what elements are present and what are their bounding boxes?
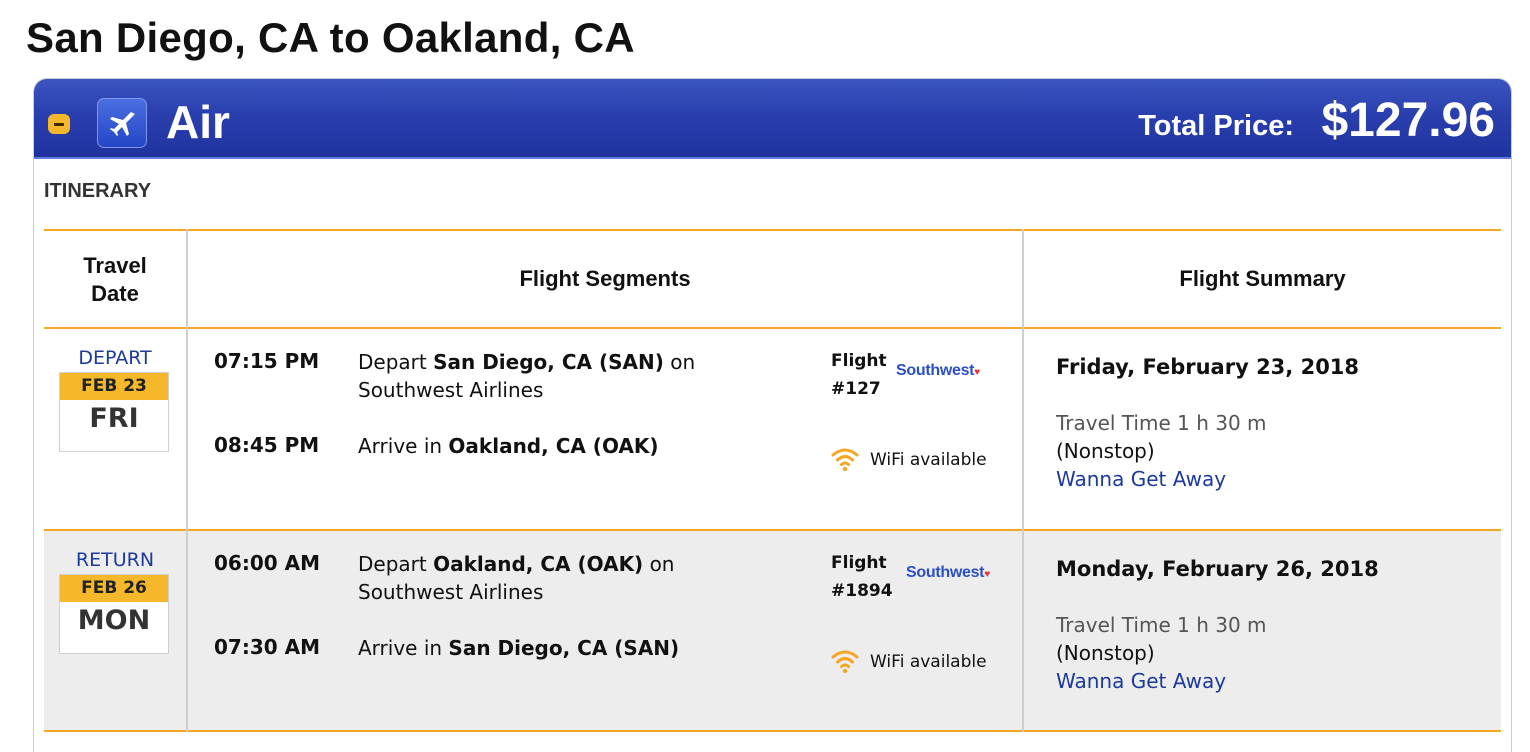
column-divider (1022, 229, 1024, 732)
minus-icon[interactable] (48, 114, 70, 134)
airplane-icon (97, 98, 147, 148)
page-title: San Diego, CA to Oakland, CA (26, 14, 635, 61)
wifi-icon (831, 650, 859, 674)
segment-time: 07:30 AM (214, 635, 321, 659)
air-panel-header: Air Total Price: $127.96 (34, 79, 1511, 159)
stops-label: (Nonstop) (1056, 641, 1155, 665)
stops-label: (Nonstop) (1056, 439, 1155, 463)
table-header-row: Travel Date Flight Segments Flight Summa… (44, 229, 1501, 328)
heart-icon: ♥ (984, 569, 990, 580)
segment-time: 06:00 AM (214, 551, 321, 575)
summary-date: Friday, February 23, 2018 (1056, 355, 1360, 379)
day-label: MON (77, 605, 151, 636)
segment-suffix: on (670, 350, 696, 374)
travel-time: Travel Time 1 h 30 m (1056, 613, 1267, 637)
fare-link[interactable]: Wanna Get Away (1056, 467, 1226, 491)
southwest-logo-text: Southwest (906, 564, 985, 581)
heart-icon: ♥ (974, 367, 980, 378)
segment-action: Arrive in (358, 434, 443, 458)
date-card: FEB 23 FRI (59, 372, 169, 452)
segment-place: Oakland, CA (OAK) (448, 434, 659, 458)
fare-link[interactable]: Wanna Get Away (1056, 669, 1226, 693)
day-label: FRI (89, 403, 139, 434)
segment-carrier: Southwest Airlines (358, 378, 544, 402)
segment-action: Depart (358, 350, 427, 374)
southwest-logo-text: Southwest (896, 362, 975, 379)
flight-label: Flight (831, 351, 887, 371)
total-price-label: Total Price: (1138, 110, 1294, 142)
segment-place: San Diego, CA (SAN) (433, 350, 664, 374)
itinerary-label: ITINERARY (44, 180, 152, 202)
table-row: DEPART FEB 23 FRI 07:15 PM Depart San Di… (44, 327, 1501, 530)
segment-time: 07:15 PM (214, 349, 320, 373)
wifi-label: WiFi available (870, 652, 987, 672)
header-flight-segments: Flight Segments (519, 266, 691, 291)
summary-date: Monday, February 26, 2018 (1056, 557, 1379, 581)
wifi-label: WiFi available (870, 450, 987, 470)
date-label: FEB 26 (60, 575, 168, 602)
air-panel: Air Total Price: $127.96 ITINERARY Trave… (33, 78, 1512, 752)
header-travel-date: Travel Date (83, 253, 147, 306)
segment-place: San Diego, CA (SAN) (448, 636, 680, 660)
section-title: Air (166, 96, 230, 148)
segment-action: Depart (358, 552, 427, 576)
flight-number: Flight #1894 (831, 549, 893, 605)
header-flight-summary: Flight Summary (1179, 266, 1346, 291)
table-row: RETURN FEB 26 MON 06:00 AM Depart Oaklan… (44, 529, 1501, 732)
direction-label: RETURN (75, 549, 155, 571)
segment-time: 08:45 PM (214, 433, 320, 457)
southwest-logo: Southwest♥ (896, 362, 980, 380)
segment-carrier: Southwest Airlines (358, 580, 544, 604)
flight-label: Flight (831, 553, 887, 573)
segment-suffix: on (649, 552, 675, 576)
date-label: FEB 23 (60, 373, 168, 400)
total-price-value: $127.96 (1321, 94, 1495, 147)
flight-number-value: #127 (831, 379, 881, 399)
segment-description: Depart Oakland, CA (OAK) on Southwest Ai… (358, 550, 798, 606)
direction-label: DEPART (78, 347, 152, 369)
flight-number: Flight #127 (831, 347, 887, 403)
segment-description: Arrive in Oakland, CA (OAK) (358, 432, 798, 460)
flight-number-value: #1894 (831, 581, 893, 601)
date-card: FEB 26 MON (59, 574, 169, 654)
travel-time: Travel Time 1 h 30 m (1056, 411, 1267, 435)
segment-place: Oakland, CA (OAK) (433, 552, 644, 576)
segment-description: Arrive in San Diego, CA (SAN) (358, 634, 798, 662)
column-divider (186, 229, 188, 732)
southwest-logo: Southwest♥ (906, 564, 990, 582)
segment-action: Arrive in (358, 636, 443, 660)
wifi-icon (831, 448, 859, 472)
segment-description: Depart San Diego, CA (SAN) on Southwest … (358, 348, 798, 404)
